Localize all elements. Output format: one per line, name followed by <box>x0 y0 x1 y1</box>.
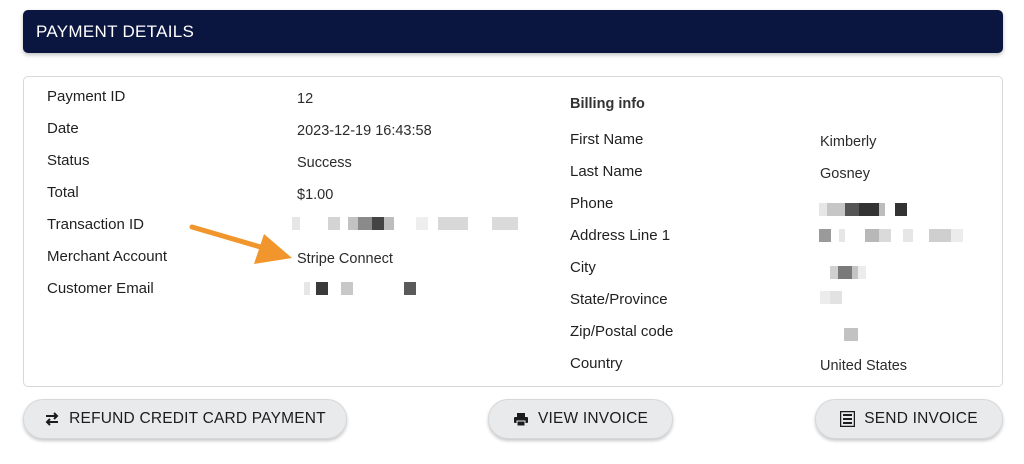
date-label: Date <box>47 120 79 137</box>
zip-postal-code-label: Zip/Postal code <box>570 323 674 340</box>
refund-credit-card-payment-button[interactable]: REFUND CREDIT CARD PAYMENT <box>23 399 347 439</box>
billing-info-heading: Billing info <box>570 96 645 112</box>
phone-redacted <box>819 203 909 216</box>
list-document-icon <box>840 411 856 427</box>
city-label: City <box>570 259 596 276</box>
payment-details-header: PAYMENT DETAILS <box>23 10 1003 53</box>
date-value: 2023-12-19 16:43:58 <box>297 123 432 139</box>
first-name-label: First Name <box>570 131 644 148</box>
view-invoice-button[interactable]: VIEW INVOICE <box>488 399 673 439</box>
status-value: Success <box>297 155 352 171</box>
payment-details-card: Payment ID 12 Date 2023-12-19 16:43:58 S… <box>23 76 1003 387</box>
payment-id-value: 12 <box>297 91 314 107</box>
refund-button-label: REFUND CREDIT CARD PAYMENT <box>69 410 326 427</box>
page-title: PAYMENT DETAILS <box>36 21 195 41</box>
merchant-account-label: Merchant Account <box>47 248 168 265</box>
annotation-arrow-icon <box>189 224 292 264</box>
zip-redacted <box>844 328 860 341</box>
state-province-label: State/Province <box>570 291 668 308</box>
status-label: Status <box>47 152 90 169</box>
country-label: Country <box>570 355 623 372</box>
last-name-label: Last Name <box>570 163 643 180</box>
send-invoice-button-label: SEND INVOICE <box>864 410 978 427</box>
view-invoice-button-label: VIEW INVOICE <box>537 410 649 427</box>
city-redacted <box>830 266 870 279</box>
transaction-id-label: Transaction ID <box>47 216 144 233</box>
merchant-account-value: Stripe Connect <box>297 251 393 267</box>
total-value: $1.00 <box>297 187 334 203</box>
address-redacted <box>819 229 974 242</box>
last-name-value: Gosney <box>820 166 870 182</box>
first-name-value: Kimberly <box>820 134 877 150</box>
phone-label: Phone <box>570 195 614 212</box>
transaction-id-redacted <box>292 217 522 230</box>
swap-arrows-icon <box>44 412 60 426</box>
send-invoice-button[interactable]: SEND INVOICE <box>815 399 1003 439</box>
state-redacted <box>820 291 846 304</box>
customer-email-label: Customer Email <box>47 280 154 297</box>
country-value: United States <box>820 358 908 374</box>
customer-email-redacted <box>304 282 419 295</box>
total-label: Total <box>47 184 79 201</box>
printer-icon <box>513 412 529 427</box>
address-line-1-label: Address Line 1 <box>570 227 671 244</box>
payment-id-label: Payment ID <box>47 88 126 105</box>
